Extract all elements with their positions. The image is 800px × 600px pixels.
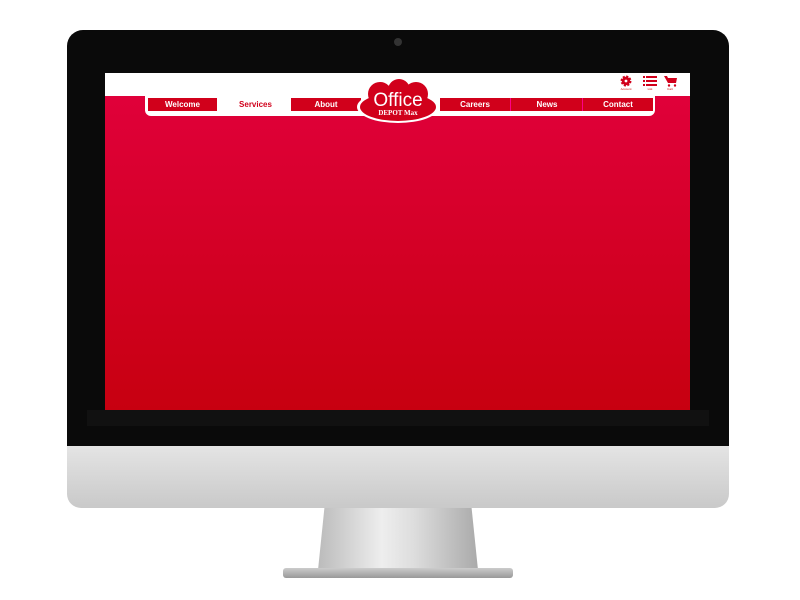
bezel-bottom bbox=[87, 410, 709, 426]
tab-about[interactable]: About bbox=[291, 98, 361, 111]
account-button[interactable]: Account bbox=[617, 75, 635, 91]
monitor-stand bbox=[318, 508, 478, 570]
cart-button[interactable]: Cart bbox=[661, 75, 679, 91]
list-label: List bbox=[647, 87, 653, 91]
tab-contact[interactable]: Contact bbox=[582, 98, 653, 111]
list-button[interactable]: List bbox=[641, 75, 659, 91]
tab-news[interactable]: News bbox=[510, 98, 583, 111]
monitor-chin bbox=[67, 446, 729, 508]
tab-careers[interactable]: Careers bbox=[440, 98, 510, 111]
logo-text-depot-max: DEPOT Max bbox=[378, 109, 418, 117]
list-icon bbox=[643, 76, 657, 86]
tab-services[interactable]: Services bbox=[221, 98, 290, 111]
cart-label: Cart bbox=[667, 87, 673, 91]
gear-icon bbox=[620, 75, 632, 87]
office-depot-logo[interactable]: Office DEPOT Max bbox=[357, 76, 439, 125]
monitor-base bbox=[283, 568, 513, 578]
account-label: Account bbox=[620, 87, 632, 91]
tab-welcome[interactable]: Welcome bbox=[148, 98, 217, 111]
website-screen: Welcome Services About Careers News Cont… bbox=[105, 73, 690, 410]
webcam bbox=[394, 38, 402, 46]
logo-text-office: Office bbox=[373, 90, 422, 111]
cart-icon bbox=[663, 76, 677, 87]
